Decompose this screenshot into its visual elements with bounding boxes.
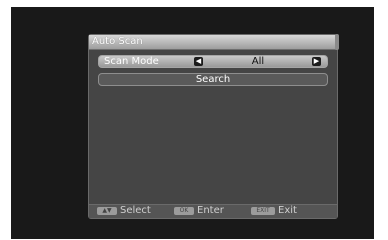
select-hint: Select: [120, 205, 151, 216]
scan-mode-row[interactable]: Scan Mode ◀ All ▶: [98, 55, 328, 68]
dialog-title: Auto Scan: [92, 36, 143, 47]
tv-screen: Auto Scan Scan Mode ◀ All ▶ Search ▲▼ Se…: [11, 7, 374, 239]
help-footer: ▲▼ Select OK Enter EXIT Exit: [89, 204, 337, 218]
dialog-titlebar: Auto Scan: [89, 34, 339, 50]
ok-key-icon: OK: [174, 207, 194, 215]
exit-key-icon: EXIT: [251, 207, 275, 215]
titlebar-end-cap: [335, 34, 339, 50]
exit-hint: Exit: [278, 205, 297, 216]
chevron-left-icon[interactable]: ◀: [194, 57, 203, 66]
search-label: Search: [195, 74, 231, 85]
up-down-arrows-icon: ▲▼: [97, 207, 117, 215]
chevron-right-icon[interactable]: ▶: [312, 57, 321, 66]
scan-mode-value: All: [251, 56, 265, 67]
search-button[interactable]: Search: [98, 73, 328, 86]
enter-hint: Enter: [197, 205, 224, 216]
scan-mode-label: Scan Mode: [104, 56, 159, 67]
auto-scan-dialog: Auto Scan Scan Mode ◀ All ▶ Search ▲▼ Se…: [88, 34, 339, 219]
